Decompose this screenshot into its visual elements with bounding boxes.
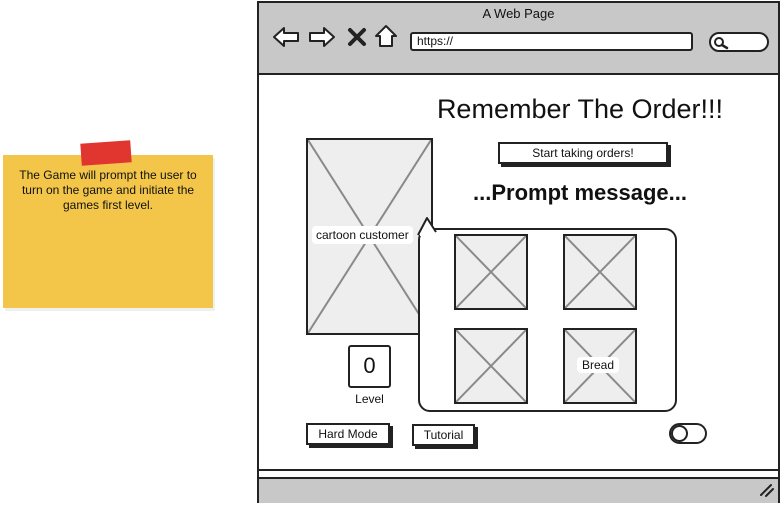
image-placeholder-icon [565,236,635,308]
page-title: Remember The Order!!! [436,94,724,124]
level-counter: 0 [348,345,391,388]
close-x-icon[interactable] [347,27,367,47]
start-orders-button[interactable]: Start taking orders! [498,142,668,164]
image-placeholder-icon [456,330,526,402]
content-divider [259,469,778,471]
window-title: A Web Page [482,6,555,21]
sticky-tape [80,140,132,166]
home-icon[interactable] [374,24,398,48]
toggle-knob[interactable] [671,425,688,442]
image-placeholder-icon [456,236,526,308]
hard-mode-button[interactable]: Hard Mode [306,423,390,445]
sticky-note-text: The Game will prompt the user to turn on… [19,168,197,212]
search-icon [714,37,729,50]
back-arrow-icon[interactable] [272,26,300,48]
address-bar[interactable]: https:// [410,32,693,51]
bread-label: Bread [577,357,620,373]
prompt-message: ...Prompt message... [473,180,687,205]
tutorial-button[interactable]: Tutorial [412,424,475,446]
status-bar [259,477,778,503]
customer-label: cartoon customer [312,226,413,244]
level-label: Level [355,392,384,406]
speech-bubble-tail [417,217,437,236]
forward-arrow-icon[interactable] [308,26,336,48]
resize-grip-icon[interactable] [759,483,775,497]
